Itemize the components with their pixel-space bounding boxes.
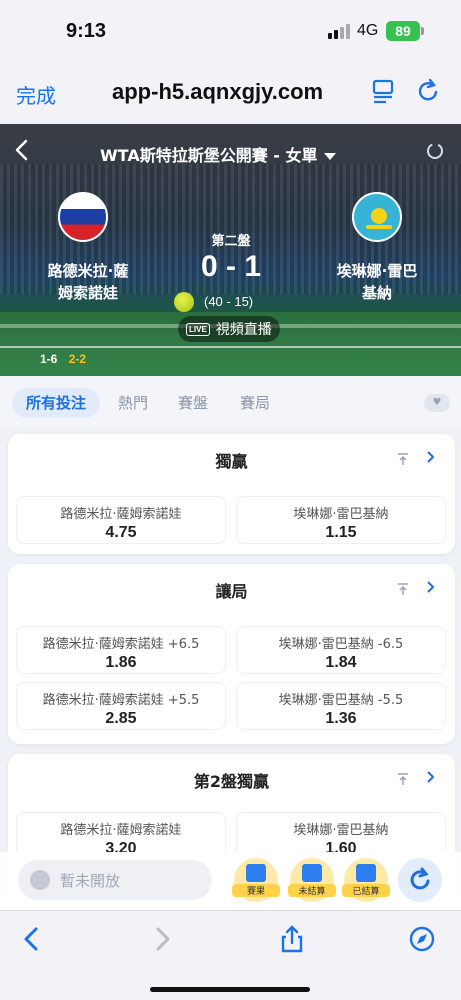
unsettled-icon — [302, 864, 322, 882]
status-bar: 9:13 4G 89 — [0, 0, 461, 64]
clock: 9:13 — [66, 20, 107, 42]
refresh-icon — [410, 867, 430, 890]
market-tabs: 所有投注 熱門 賽盤 賽局 ♥ — [0, 376, 461, 428]
cellular-signal-icon — [328, 24, 350, 39]
player-right-name: 埃琳娜·雷巴 基納 — [322, 260, 432, 304]
court-line — [0, 346, 461, 348]
reload-icon[interactable] — [414, 76, 444, 106]
market-title: 第2盤獨贏 — [193, 772, 270, 791]
settled-label: 已結算 — [342, 884, 390, 897]
selection-name: 路德米拉·薩姆索諾娃 +5.5 — [42, 693, 200, 708]
odds-button[interactable]: 埃琳娜·雷巴基納 1.15 — [236, 496, 446, 544]
selection-name: 路德米拉·薩姆索諾娃 — [60, 507, 182, 522]
tab-games[interactable]: 賽局 — [240, 388, 270, 418]
pin-to-top-icon[interactable] — [396, 772, 410, 786]
market-card-handicap: 讓局 路德米拉·薩姆索諾娃 +6.5 1.86 埃琳娜·雷巴基納 -6.5 1.… — [8, 564, 455, 744]
tab-hot[interactable]: 熱門 — [118, 388, 148, 418]
chevron-right-icon[interactable] — [426, 450, 436, 464]
selection-name: 埃琳娜·雷巴基納 — [293, 823, 389, 838]
chat-bubble-icon — [30, 870, 50, 890]
browser-toolbar: 完成 app-h5.aqnxgjy.com — [0, 64, 461, 124]
live-stream-label: 視頻直播 — [215, 322, 272, 338]
player-left-line2: 姆索諾娃 — [57, 284, 118, 302]
pin-to-top-icon[interactable] — [396, 582, 410, 596]
tennis-ball-icon — [174, 292, 194, 312]
tournament-title[interactable]: WTA斯特拉斯堡公開賽 - 女單 — [100, 142, 336, 166]
selection-odds: 1.84 — [325, 654, 357, 671]
refresh-icon[interactable] — [424, 140, 446, 162]
live-tag: LIVE — [186, 322, 210, 336]
odds-button[interactable]: 路德米拉·薩姆索諾娃 4.75 — [16, 496, 226, 544]
market-title: 讓局 — [215, 582, 248, 601]
chevron-right-icon[interactable] — [426, 770, 436, 784]
match-header: WTA斯特拉斯堡公開賽 - 女單 路德米拉·薩 姆索諾娃 埃琳娜·雷巴 基納 第… — [0, 124, 461, 376]
market-title: 獨贏 — [215, 452, 248, 471]
tab-all-bets[interactable]: 所有投注 — [12, 388, 101, 418]
address-bar[interactable]: app-h5.aqnxgjy.com — [112, 79, 323, 105]
unsettled-button[interactable]: 未結算 — [288, 858, 336, 902]
tournament-title-text: WTA斯特拉斯堡公開賽 - 女單 — [100, 146, 318, 165]
player-left-line1: 路德米拉·薩 — [47, 262, 129, 280]
selection-name: 路德米拉·薩姆索諾娃 — [60, 823, 182, 838]
browser-bottom-toolbar — [0, 910, 461, 1000]
odds-button[interactable]: 路德米拉·薩姆索諾娃 +6.5 1.86 — [16, 626, 226, 674]
selection-name: 路德米拉·薩姆索諾娃 +6.5 — [42, 637, 200, 652]
player-right-line1: 埃琳娜·雷巴 — [336, 262, 418, 280]
forward-arrow-icon — [156, 927, 170, 951]
share-icon[interactable] — [278, 925, 306, 953]
selection-odds: 2.85 — [105, 710, 137, 727]
selection-name: 埃琳娜·雷巴基納 -6.5 — [278, 637, 404, 652]
kazakhstan-flag-icon — [352, 192, 402, 242]
set-history: 1-6 2-2 — [40, 352, 86, 366]
odds-button[interactable]: 路德米拉·薩姆索諾娃 +5.5 2.85 — [16, 682, 226, 730]
unsettled-label: 未結算 — [288, 884, 336, 897]
set-score: 0 - 1 — [200, 250, 262, 283]
chat-input[interactable]: 暫未開放 — [18, 860, 212, 900]
reader-view-icon[interactable] — [368, 76, 398, 106]
battery-indicator: 89 — [386, 21, 424, 41]
results-label: 賽果 — [232, 884, 280, 897]
selection-odds: 1.15 — [325, 524, 357, 541]
selection-name: 埃琳娜·雷巴基納 -5.5 — [278, 693, 404, 708]
selection-odds: 1.86 — [105, 654, 137, 671]
player-left-name: 路德米拉·薩 姆索諾娃 — [28, 260, 148, 304]
favorite-heart-icon[interactable]: ♥ — [424, 394, 450, 412]
done-button[interactable]: 完成 — [16, 80, 56, 109]
game-score: (40 - 15) — [204, 294, 254, 309]
settled-icon — [356, 864, 376, 882]
market-card-winner: 獨贏 路德米拉·薩姆索諾娃 4.75 埃琳娜·雷巴基納 1.15 — [8, 434, 455, 554]
player-right-line2: 基納 — [361, 284, 392, 302]
selection-odds: 1.36 — [325, 710, 357, 727]
pin-to-top-icon[interactable] — [396, 452, 410, 466]
live-stream-button[interactable]: LIVE 視頻直播 — [178, 316, 280, 342]
back-arrow-icon[interactable] — [18, 925, 46, 953]
russia-flag-icon — [58, 192, 108, 242]
odds-button[interactable]: 埃琳娜·雷巴基納 -5.5 1.36 — [236, 682, 446, 730]
settled-button[interactable]: 已結算 — [342, 858, 390, 902]
selection-odds: 4.75 — [105, 524, 137, 541]
network-type: 4G — [357, 22, 379, 39]
chat-placeholder: 暫未開放 — [60, 872, 121, 890]
current-set-label: 第二盤 — [211, 234, 251, 249]
tab-sets[interactable]: 賽盤 — [178, 388, 208, 418]
set2-score: 2-2 — [68, 352, 87, 366]
chevron-right-icon[interactable] — [426, 580, 436, 594]
odds-button[interactable]: 埃琳娜·雷巴基納 -6.5 1.84 — [236, 626, 446, 674]
back-chevron-icon[interactable] — [12, 138, 32, 162]
results-button[interactable]: 賽果 — [232, 858, 280, 902]
compass-icon[interactable] — [408, 925, 436, 953]
home-indicator — [150, 987, 310, 992]
selection-name: 埃琳娜·雷巴基納 — [293, 507, 389, 522]
set1-score: 1-6 — [40, 352, 58, 366]
results-icon — [246, 864, 266, 882]
chevron-down-icon — [323, 153, 336, 160]
bet-action-bar: 暫未開放 賽果 未結算 已結算 — [0, 852, 461, 910]
refresh-button[interactable] — [398, 858, 442, 902]
